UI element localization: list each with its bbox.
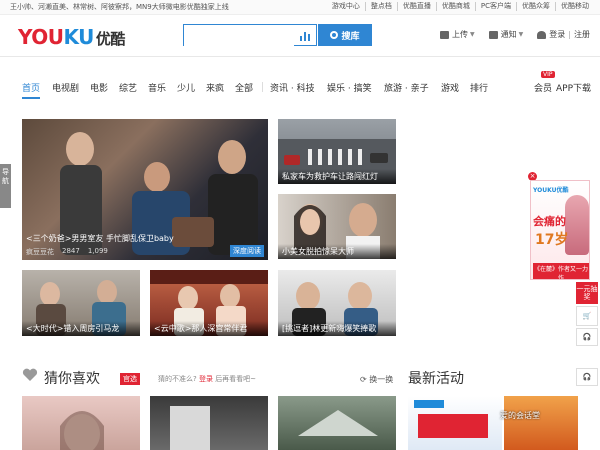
cart-icon[interactable]: 🛒 [576, 306, 598, 326]
nav-travel-family[interactable]: 旅游 · 亲子 [384, 81, 429, 94]
youku-logo[interactable]: YOUKU 优酷 [18, 25, 125, 49]
nav-app-download[interactable]: APP下载 [556, 81, 591, 94]
ad-age: 17岁 [535, 232, 569, 248]
search-input[interactable] [184, 27, 294, 48]
nav-member[interactable]: 会员 [534, 81, 552, 94]
activity-card-2[interactable] [504, 396, 578, 450]
nav-news-tech[interactable]: 资讯 · 科技 [270, 81, 315, 94]
video-caption: 小美女脱拍惊呆大师 [278, 244, 396, 259]
side-nav-tab[interactable]: 导航 [0, 164, 11, 208]
refresh-button[interactable]: ⟳ 换一换 [360, 374, 393, 385]
upload-button[interactable]: 上传 ▼ [440, 29, 475, 40]
top-bar: 王小帅、河濑直美、林常树、阿彼察邦，MN9大师微电影优酷独家上线 游戏中心 整点… [0, 0, 600, 15]
top-link-game-center[interactable]: 游戏中心 [327, 2, 365, 11]
video-card-girl[interactable]: 小美女脱拍惊呆大师 [278, 194, 396, 259]
section-title-activity: 最新活动 [408, 371, 464, 387]
top-link-mall[interactable]: 优酷商城 [435, 2, 475, 11]
ad-figure [565, 195, 589, 255]
nav-ranking[interactable]: 排行 [470, 81, 488, 94]
guess-thumbnail-3 [298, 410, 378, 436]
video-card-teaser[interactable]: [挑逗者]林更新嗨爆笑捧歌 [278, 270, 396, 336]
channel-nav: 首页 电视剧 电影 综艺 音乐 少儿 来疯 全部 资讯 · 科技 娱乐 · 搞笑… [0, 71, 600, 99]
search-icon [330, 31, 339, 39]
video-caption: <云中歌>那人深宫常伴君 [150, 321, 268, 336]
login-link[interactable]: 登录 [549, 29, 565, 40]
featured-badge: 深度阅读 [230, 245, 264, 257]
vip-badge: VIP [541, 71, 555, 78]
featured-plays: 2847 [62, 247, 80, 255]
ad-title: 会痛的 [533, 215, 566, 228]
featured-source[interactable]: 疯豆豆花 [26, 247, 54, 257]
video-card-cloud[interactable]: <云中歌>那人深宫常伴君 [150, 270, 268, 336]
top-news-link[interactable]: 王小帅、河濑直美、林常树、阿彼察邦，MN9大师微电影优酷独家上线 [10, 2, 270, 12]
activity-thumbnail-1 [414, 400, 488, 438]
search-button[interactable]: 搜库 [318, 24, 372, 46]
hint-login-link[interactable]: 登录 [199, 375, 213, 383]
notify-button[interactable]: 通知 ▼ [488, 29, 524, 40]
mail-icon [488, 30, 498, 39]
nav-kids[interactable]: 少儿 [177, 81, 195, 94]
guess-card-1[interactable] [22, 396, 140, 450]
register-link[interactable]: 注册 [574, 29, 590, 40]
guess-thumbnail-1 [60, 411, 104, 450]
featured-video[interactable]: <三个奶爸>男男室友 手忙脚乱保卫baby 疯豆豆花 2847 1,099 深度… [22, 119, 268, 260]
featured-caption: <三个奶爸>男男室友 手忙脚乱保卫baby [26, 234, 174, 243]
video-caption: [挑逗者]林更新嗨爆笑捧歌 [278, 321, 396, 336]
video-caption: <大时代>错入周房引马龙 [22, 321, 140, 336]
section-title-guess: 猜你喜欢 [44, 371, 100, 387]
side-ad[interactable]: YOUKU优酷 会痛的 17岁 《在麓》作者又一力作 [530, 180, 590, 280]
video-card-era[interactable]: <大时代>错入周房引马龙 [22, 270, 140, 336]
guess-card-2[interactable] [150, 396, 268, 450]
watermark-text: 爱的会话堂 [500, 411, 540, 420]
lottery-button[interactable]: 一元抽奖 [576, 282, 598, 304]
headset-icon[interactable]: 🎧 [576, 328, 598, 346]
headset-icon[interactable]: 🎧 [576, 368, 598, 386]
chevron-down-icon: ▼ [518, 31, 524, 38]
guess-card-3[interactable] [278, 396, 396, 450]
top-links: 游戏中心 整点档 优酷直播 优酷商城 PC客户端 优酷众筹 优酷移动 [327, 2, 594, 11]
nav-tv[interactable]: 电视剧 [52, 81, 79, 94]
guess-hint: 猜的不准么? 登录 后再看看吧~ [158, 374, 256, 384]
featured-meta: 疯豆豆花 2847 1,099 [26, 247, 116, 257]
nav-games[interactable]: 游戏 [441, 81, 459, 94]
upload-icon [440, 30, 450, 39]
search-box [183, 24, 317, 48]
header-actions: 上传 ▼ 通知 ▼ 登录 | 注册 [426, 29, 590, 40]
nav-variety[interactable]: 综艺 [119, 81, 137, 94]
featured-comments: 1,099 [87, 247, 108, 255]
hint-pre: 猜的不准么? [158, 375, 197, 383]
video-card-traffic[interactable]: 私家车为救护车让路闯红灯 [278, 119, 396, 184]
login-separator: | [568, 30, 571, 39]
chart-icon[interactable] [300, 30, 310, 41]
nav-home[interactable]: 首页 [22, 81, 41, 99]
top-link-mobile[interactable]: 优酷移动 [555, 2, 594, 11]
guess-thumbnail-2 [170, 406, 210, 450]
hot-badge: 官选 [120, 373, 140, 385]
ad-footer: 《在麓》作者又一力作 [533, 263, 589, 279]
login-area: 登录 | 注册 [537, 29, 590, 40]
nav-music[interactable]: 音乐 [148, 81, 166, 94]
heart-icon [22, 368, 38, 381]
video-caption: 私家车为救护车让路闯红灯 [278, 169, 396, 184]
top-link-hourly[interactable]: 整点档 [364, 2, 397, 11]
nav-divider [262, 82, 263, 92]
activity-card-1[interactable] [408, 396, 502, 450]
top-link-crowdfunding[interactable]: 优酷众筹 [516, 2, 555, 11]
nav-movie[interactable]: 电影 [90, 81, 108, 94]
nav-all[interactable]: 全部 [235, 81, 253, 94]
top-link-live[interactable]: 优酷直播 [396, 2, 436, 11]
user-icon [537, 30, 547, 39]
header: YOUKU 优酷 搜库 上传 ▼ 通知 ▼ 登录 | 注册 [0, 15, 600, 57]
hint-post: 后再看看吧~ [215, 375, 257, 383]
nav-laifeng[interactable]: 来疯 [206, 81, 224, 94]
chevron-down-icon: ▼ [470, 31, 475, 38]
nav-ent-fun[interactable]: 娱乐 · 搞笑 [327, 81, 372, 94]
top-link-pc-client[interactable]: PC客户端 [474, 2, 516, 11]
ad-brand: YOUKU优酷 [533, 187, 569, 194]
